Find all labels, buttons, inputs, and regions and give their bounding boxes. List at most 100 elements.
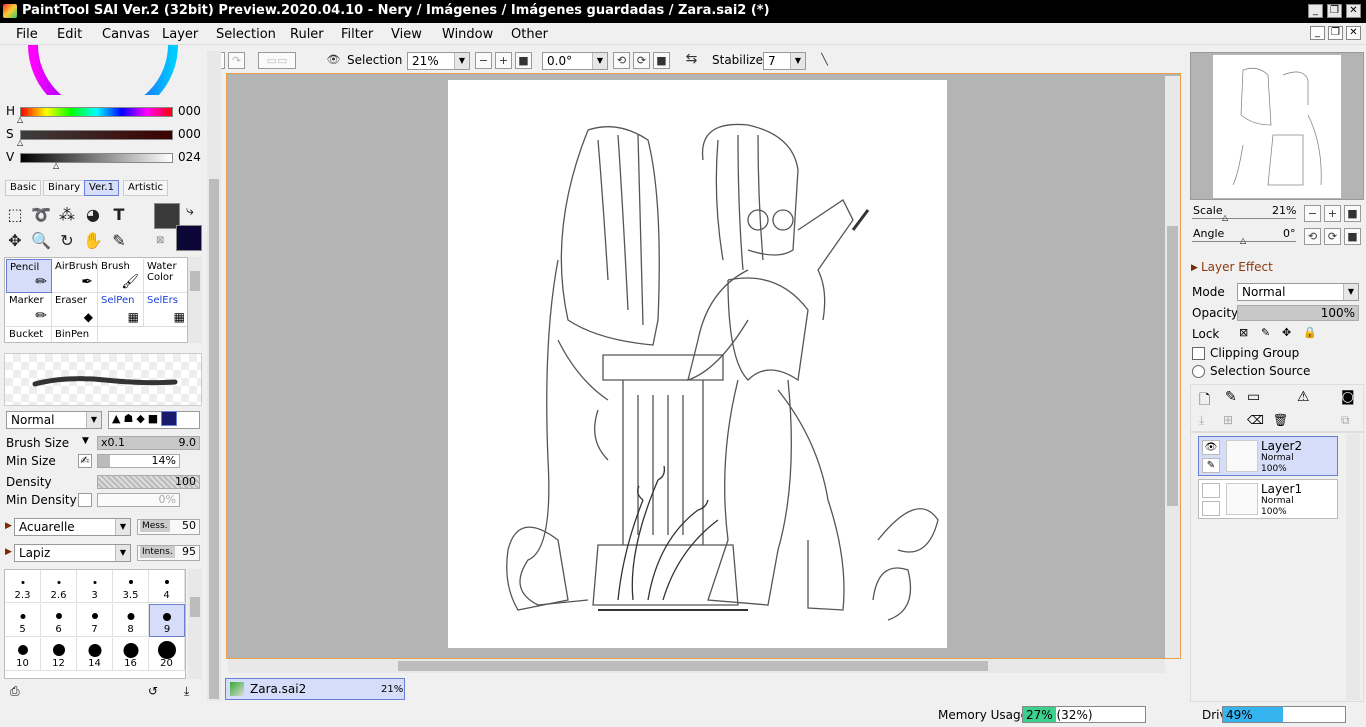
brush-size-preset[interactable]: 10 [5,638,41,671]
move-icon[interactable]: ✥ [4,230,26,252]
lock-move-icon[interactable]: ✥ [1282,326,1291,339]
layer-mode-select[interactable]: Normal ▼ [1237,283,1359,301]
expand-arrow-icon[interactable]: ▶ [1191,263,1198,273]
brush-shape-selector[interactable]: ▲☗◆■■ [108,411,200,429]
swap-colors-icon[interactable]: ⤷ [186,203,194,219]
zoom-out-icon[interactable]: − [475,52,492,69]
menu-view[interactable]: View [391,27,422,42]
angle-right-icon[interactable]: ⟳ [1324,228,1341,245]
copy-layer-icon[interactable]: ⊞ [1223,413,1233,427]
lasso-icon[interactable]: ➰ [30,204,52,226]
menu-selection[interactable]: Selection [216,27,276,42]
layer-effect-title[interactable]: Layer Effect [1201,260,1273,274]
canvas-paper[interactable] [448,80,947,648]
brush-size-slider[interactable]: x0.1 9.0 [97,436,200,450]
expand-arrow-icon[interactable]: ▶ [5,547,12,557]
menu-edit[interactable]: Edit [57,27,82,42]
brush-size-preset[interactable]: 3.5 [113,570,149,603]
brush-selpen[interactable]: SelPen ▦ [98,293,144,327]
new-folder-icon[interactable]: ▭ [1247,389,1260,405]
save-preset-icon[interactable]: ⤓ [184,684,189,699]
menu-file[interactable]: File [16,27,38,42]
brush-size-preset[interactable]: 12 [41,638,77,671]
brush-size-preset[interactable]: 4 [149,570,185,603]
brush-marker[interactable]: Marker ✏ [6,293,52,327]
rotate-reset-icon[interactable]: ■ [653,52,670,69]
hand-icon[interactable]: ✋ [82,230,104,252]
tab-basic[interactable]: Basic [5,180,42,196]
rect-select-icon[interactable]: ⬚ [4,204,26,226]
brush-size-preset[interactable]: 2.3 [5,570,41,603]
rotate-icon[interactable]: ↻ [56,230,78,252]
new-layer-icon[interactable]: 🗋 [1199,389,1210,413]
shape-icon[interactable]: ◕ [82,204,104,226]
brush-size-preset[interactable]: 2.6 [41,570,77,603]
zoom-in-icon[interactable]: + [495,52,512,69]
brush-bucket[interactable]: Bucket [6,327,52,342]
hue-slider[interactable] [20,107,173,117]
doc-close-button[interactable]: ✕ [1346,26,1361,40]
canvas-horizontal-scrollbar[interactable] [228,659,1165,673]
reset-icon[interactable]: ↺ [148,684,158,698]
size-presets-scrollbar[interactable] [188,569,202,679]
eye-icon[interactable]: 👁 [325,52,342,69]
rotate-left-icon[interactable]: ⟲ [613,52,630,69]
lock-transparency-icon[interactable]: ⊠ [1239,326,1248,339]
transparent-color-icon[interactable]: ⊠ [156,235,164,246]
brush-size-preset[interactable]: 3 [77,570,113,603]
clipping-group-checkbox[interactable] [1192,347,1205,360]
magic-wand-icon[interactable]: ⁂ [56,204,78,226]
brush-watercolor[interactable]: Water Color [144,259,187,293]
brush-palette-scrollbar[interactable] [188,257,202,343]
scale-reset-icon[interactable]: ■ [1344,205,1361,222]
brush-eraser[interactable]: Eraser ◆ [52,293,98,327]
layer-list-scrollbar[interactable] [1346,434,1360,700]
angle-reset-icon[interactable]: ■ [1344,228,1361,245]
scale-plus-icon[interactable]: + [1324,205,1341,222]
brush-size-preset[interactable]: 20 [149,638,185,671]
brush-texture-select[interactable]: Lapiz ▼ [14,544,131,562]
rotation-select[interactable]: 0.0° ▼ [542,52,608,70]
line-tool-icon[interactable]: ╲ [816,52,833,69]
min-density-checkbox[interactable] [78,493,92,507]
saturation-slider[interactable] [20,130,173,140]
visibility-toggle[interactable] [1202,483,1220,498]
mess-slider[interactable]: Mess. 50 [137,519,200,535]
navigator-preview[interactable] [1190,52,1364,200]
menu-canvas[interactable]: Canvas [102,27,150,42]
tab-artistic[interactable]: Artistic [123,180,169,196]
secondary-color-swatch[interactable] [176,225,202,251]
text-icon[interactable]: T [108,204,130,226]
menu-ruler[interactable]: Ruler [290,27,324,42]
blend-mode-select[interactable]: Normal ▼ [6,411,102,429]
menu-window[interactable]: Window [442,27,493,42]
brush-airbrush[interactable]: AirBrush ✒ [52,259,98,293]
layer-effect-icon[interactable]: ⚠ [1297,389,1310,405]
mask-icon[interactable]: ◙ [1341,389,1355,405]
expand-arrow-icon[interactable]: ▶ [5,521,12,531]
menu-filter[interactable]: Filter [341,27,373,42]
min-density-slider[interactable]: 0% [97,493,180,507]
lock-all-icon[interactable]: 🔒 [1303,326,1317,339]
zoom-select[interactable]: 21% ▼ [407,52,470,70]
angle-left-icon[interactable]: ⟲ [1304,228,1321,245]
texture-select[interactable]: Acuarelle ▼ [14,518,131,536]
menu-other[interactable]: Other [511,27,548,42]
left-panel-scrollbar[interactable] [207,51,221,701]
stabilizer-select[interactable]: 7 ▼ [763,52,806,70]
close-button[interactable]: ✕ [1346,4,1361,18]
brush-size-preset[interactable]: 8 [113,604,149,637]
layer-row[interactable]: 👁 ✎ Layer2 Normal 100% [1198,436,1338,476]
min-size-slider[interactable]: 14% [97,454,180,468]
eye-icon[interactable]: 👁 [1202,440,1220,455]
doc-minimize-button[interactable]: _ [1310,26,1325,40]
lock-paint-icon[interactable]: ✎ [1261,326,1270,339]
opacity-slider[interactable]: 100% [1237,305,1359,321]
chevron-down-icon[interactable]: ▼ [82,436,89,446]
color-wheel[interactable] [28,45,178,95]
brush-size-preset[interactable]: 5 [5,604,41,637]
brush-size-preset[interactable]: 16 [113,638,149,671]
tab-binary[interactable]: Binary [43,180,86,196]
flip-icon[interactable]: ⇆ [683,52,700,69]
delete-layer-icon[interactable]: 🗑 [1273,413,1288,427]
